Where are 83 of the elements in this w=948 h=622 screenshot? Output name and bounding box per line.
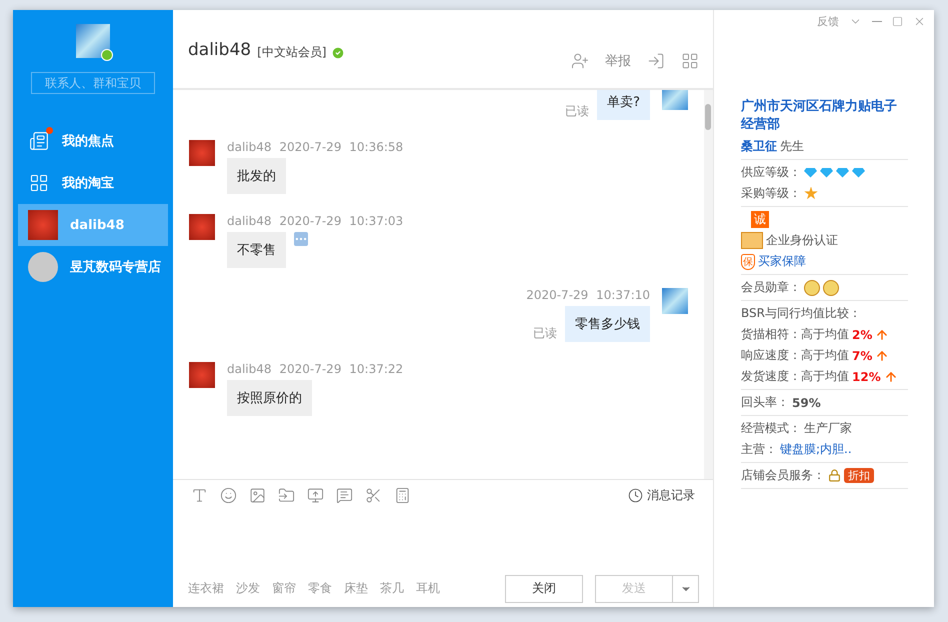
service-label: 店铺会员服务： (741, 467, 825, 484)
medal-icon (823, 280, 839, 296)
quick-phrase[interactable]: 窗帘 (272, 580, 296, 597)
shop-avatar (28, 252, 58, 282)
maximize-icon (892, 16, 903, 26)
guarantee-link[interactable]: 买家保障 (758, 253, 806, 270)
integrity-badge: 诚 (751, 211, 769, 228)
contact-item[interactable]: dalib48 (18, 204, 168, 246)
bsr-value: 7% (852, 348, 872, 362)
shop-logo (28, 210, 58, 240)
company-name[interactable]: 广州市天河区石牌力贴电子经营部 (741, 98, 908, 134)
message-meta: dalib48 2020-7-29 10:37:22 (227, 362, 404, 376)
repeat-value: 59% (792, 396, 821, 410)
bsr-label: 发货速度：高于均值 (741, 368, 849, 385)
quick-phrase[interactable]: 床垫 (344, 580, 368, 597)
feedback-link[interactable]: 反馈 (817, 14, 839, 28)
message-bubble: 批发的 (227, 158, 286, 194)
scrollbar[interactable] (704, 90, 713, 479)
screen-icon (307, 486, 324, 504)
search-field[interactable]: 联系人、群和宝贝 (31, 72, 155, 94)
minimize-icon[interactable] (872, 20, 882, 22)
main-label: 主营： (741, 441, 777, 458)
newspaper-icon (29, 131, 49, 151)
message-avatar (662, 288, 688, 314)
report-link[interactable]: 举报 (605, 52, 631, 70)
bsr-label: 货描相符：高于均值 (741, 326, 849, 343)
bsr-value: 12% (852, 370, 881, 384)
contact-item[interactable]: 昱芃数码专营店 (18, 246, 168, 288)
history-button[interactable]: 消息记录 (628, 486, 695, 504)
medals-label: 会员勋章： (741, 279, 801, 296)
message-meta: dalib48 2020-7-29 10:36:58 (227, 140, 404, 154)
folder-icon (278, 486, 295, 504)
grid-icon (681, 52, 699, 70)
guarantee-icon: 保 (741, 254, 755, 270)
calculator-icon (394, 486, 411, 504)
lock-icon (828, 469, 841, 482)
grade-label: 采购等级： (741, 185, 801, 202)
medal-icon (804, 280, 820, 296)
more-icon[interactable] (294, 232, 308, 246)
close-button[interactable]: 关闭 (505, 574, 583, 602)
text-format-icon (191, 486, 208, 504)
quick-phrase[interactable]: 耳机 (416, 580, 440, 597)
online-status-icon (101, 49, 113, 61)
quick-phrase[interactable]: 沙发 (236, 580, 260, 597)
quick-phrase[interactable]: 零食 (308, 580, 332, 597)
image-icon (249, 486, 266, 504)
message-meta: dalib48 2020-7-29 10:37:03 (227, 214, 404, 228)
sidebar-item[interactable]: 我的焦点 (18, 120, 168, 162)
mode-label: 经营模式： (741, 420, 801, 437)
quick-phrase[interactable]: 连衣裙 (188, 580, 224, 597)
speech-bubble-icon (336, 486, 353, 504)
member-tag: [中文站会员] (257, 44, 326, 61)
read-status: 已读 (533, 325, 557, 342)
message-avatar (189, 140, 215, 166)
bsr-value: 2% (852, 328, 872, 342)
clock-icon (628, 488, 643, 502)
emoji-icon (220, 486, 237, 504)
chat-title: dalib48 (188, 40, 252, 60)
message-bubble: 不零售 (227, 232, 286, 268)
send-options-button[interactable] (673, 574, 699, 602)
contact-title: 先生 (780, 138, 804, 155)
scissors-icon (365, 486, 382, 504)
message-meta: 2020-7-29 10:37:10 (526, 288, 650, 302)
message-avatar (189, 362, 215, 388)
sidebar-item[interactable]: 我的淘宝 (18, 162, 168, 204)
message-bubble: 单卖? (597, 90, 650, 120)
message-bubble: 按照原价的 (227, 380, 312, 416)
main-products-link[interactable]: 键盘膜;内胆.. (780, 441, 852, 458)
repeat-label: 回头率： (741, 394, 789, 411)
message-bubble: 零售多少钱 (565, 306, 650, 342)
exit-icon (647, 52, 665, 70)
discount-tag: 折扣 (844, 468, 874, 483)
message-avatar (662, 90, 688, 110)
bsr-label: 响应速度：高于均值 (741, 347, 849, 364)
read-status: 已读 (565, 103, 590, 120)
contact-name[interactable]: 桑卫征 (741, 138, 777, 155)
mode-value: 生产厂家 (804, 420, 852, 437)
message-avatar (189, 214, 215, 240)
quick-phrase[interactable]: 茶几 (380, 580, 404, 597)
bsr-title: BSR与同行均值比较： (741, 305, 862, 322)
certification-label: 企业身份认证 (766, 232, 838, 249)
add-contact-icon (571, 52, 589, 70)
grade-label: 供应等级： (741, 164, 801, 181)
